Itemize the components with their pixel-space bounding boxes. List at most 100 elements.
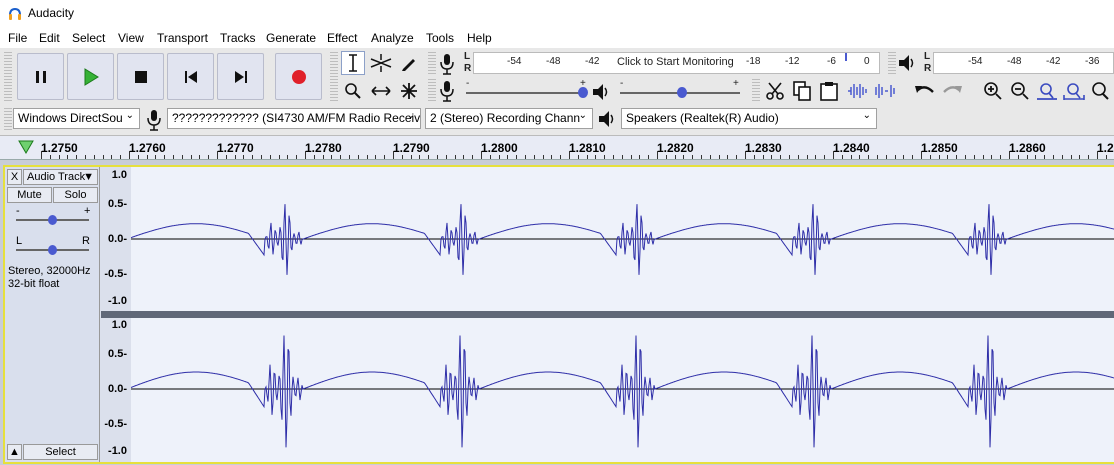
menu-analyze[interactable]: Analyze [371,31,414,45]
record-meter-left-label: L [464,51,471,62]
undo-button[interactable] [913,79,937,103]
cut-button[interactable] [763,79,787,103]
track-name-menu[interactable]: Audio Track ▼ [23,169,98,185]
playback-device-select[interactable]: Speakers (Realtek(R) Audio) ⌄ [621,108,877,129]
ruler-minor-tick [886,155,887,159]
start-monitoring-prompt[interactable]: Click to Start Monitoring [617,56,734,68]
record-button[interactable] [275,53,322,100]
menu-help[interactable]: Help [467,31,492,45]
ruler-minor-tick [226,155,227,159]
skip-to-start-button[interactable] [167,53,214,100]
zoom-in-button[interactable] [981,79,1005,103]
silence-audio-button[interactable] [873,79,897,103]
timeline-ruler[interactable]: 1.2750 1.2760 1.2770 1.2780 1.2790 1.280… [0,135,1114,160]
ruler-minor-tick [358,155,359,159]
tools-toolbar-grip[interactable] [330,52,338,102]
ruler-minor-tick [1000,155,1001,159]
redo-button[interactable] [940,79,964,103]
menu-transport[interactable]: Transport [157,31,208,45]
menu-edit[interactable]: Edit [39,31,60,45]
time-shift-tool-button[interactable] [369,79,393,103]
solo-button[interactable]: Solo [53,187,98,203]
recording-device-select[interactable]: ????????????? (SI4730 AM/FM Radio Receiv… [167,108,421,129]
transport-toolbar-grip[interactable] [4,52,12,102]
pencil-icon [402,59,415,71]
zoom-tool-button[interactable] [341,79,365,103]
ruler-minor-tick [815,155,816,159]
pan-slider-thumb[interactable] [48,245,57,255]
play-icon [84,67,99,86]
record-meter-tick: 0 [864,56,870,67]
ruler-minor-tick [1088,155,1089,159]
record-meter-mic-icon[interactable] [438,53,456,75]
ruler-minor-tick [780,155,781,159]
ruler-minor-tick [551,155,552,159]
scale-label: -0.5- [104,418,127,430]
ruler-minor-tick [472,155,473,159]
skip-start-icon [184,70,197,83]
input-volume-thumb[interactable] [578,87,588,98]
input-volume-slider[interactable] [466,92,587,94]
record-meter-grip[interactable] [428,52,436,74]
zoom-out-icon [1011,82,1029,100]
collapse-track-button[interactable]: ▲ [7,444,22,460]
ruler-minor-tick [974,155,975,159]
ruler-minor-tick [85,155,86,159]
menu-view[interactable]: View [118,31,144,45]
envelope-icon [370,54,392,72]
play-button[interactable] [67,53,114,100]
fit-selection-button[interactable] [1035,79,1059,103]
envelope-tool-button[interactable] [369,51,393,75]
ruler-minor-tick [393,151,394,159]
audio-host-select[interactable]: Windows DirectSou ⌄ [13,108,140,129]
menu-file[interactable]: File [8,31,27,45]
select-track-button[interactable]: Select [23,444,98,460]
right-channel-waveform[interactable] [131,318,1114,462]
edit-toolbar-grip[interactable] [752,79,760,101]
fit-project-button[interactable] [1062,79,1086,103]
mute-button[interactable]: Mute [7,187,52,203]
gain-slider-thumb[interactable] [48,215,57,225]
mixer-toolbar-grip[interactable] [428,79,436,101]
undo-icon [915,86,934,93]
draw-tool-button[interactable] [397,51,421,75]
menu-tools[interactable]: Tools [426,31,454,45]
ruler-minor-tick [569,151,570,159]
left-channel-waveform[interactable] [131,167,1114,311]
play-meter-speaker-icon[interactable] [897,53,917,73]
zoom-out-button[interactable] [1008,79,1032,103]
trim-audio-button[interactable] [846,79,870,103]
menu-effect[interactable]: Effect [327,31,357,45]
record-meter-tick: -6 [827,56,836,67]
output-volume-thumb[interactable] [677,87,687,98]
menu-select[interactable]: Select [72,31,105,45]
ruler-minor-tick [719,155,720,159]
track-close-button[interactable]: X [7,169,22,185]
record-meter-tick: -42 [585,56,600,67]
ruler-minor-tick [895,155,896,159]
selection-tool-button[interactable] [341,51,365,75]
ruler-minor-tick [1027,155,1028,159]
menu-generate[interactable]: Generate [266,31,316,45]
ruler-minor-tick [683,155,684,159]
waveform-path [131,335,1114,448]
recording-channels-select[interactable]: 2 (Stereo) Recording Chann ⌄ [425,108,593,129]
output-volume-plus: + [733,78,739,89]
ruler-minor-tick [419,155,420,159]
device-toolbar-grip[interactable] [4,108,12,130]
ruler-minor-tick [1018,155,1019,159]
skip-to-end-button[interactable] [217,53,264,100]
copy-button[interactable] [790,79,814,103]
ruler-minor-tick [1044,155,1045,159]
ruler-tick-label: 1.2770 [217,141,254,155]
stop-button[interactable] [117,53,164,100]
play-head-icon[interactable] [18,140,34,154]
zoom-toggle-button[interactable] [1089,79,1113,103]
pause-button[interactable] [17,53,64,100]
multi-tool-button[interactable] [397,79,421,103]
ruler-minor-tick [851,155,852,159]
paste-button[interactable] [817,79,841,103]
ruler-minor-tick [947,155,948,159]
play-meter-grip[interactable] [888,52,896,74]
menu-tracks[interactable]: Tracks [220,31,256,45]
